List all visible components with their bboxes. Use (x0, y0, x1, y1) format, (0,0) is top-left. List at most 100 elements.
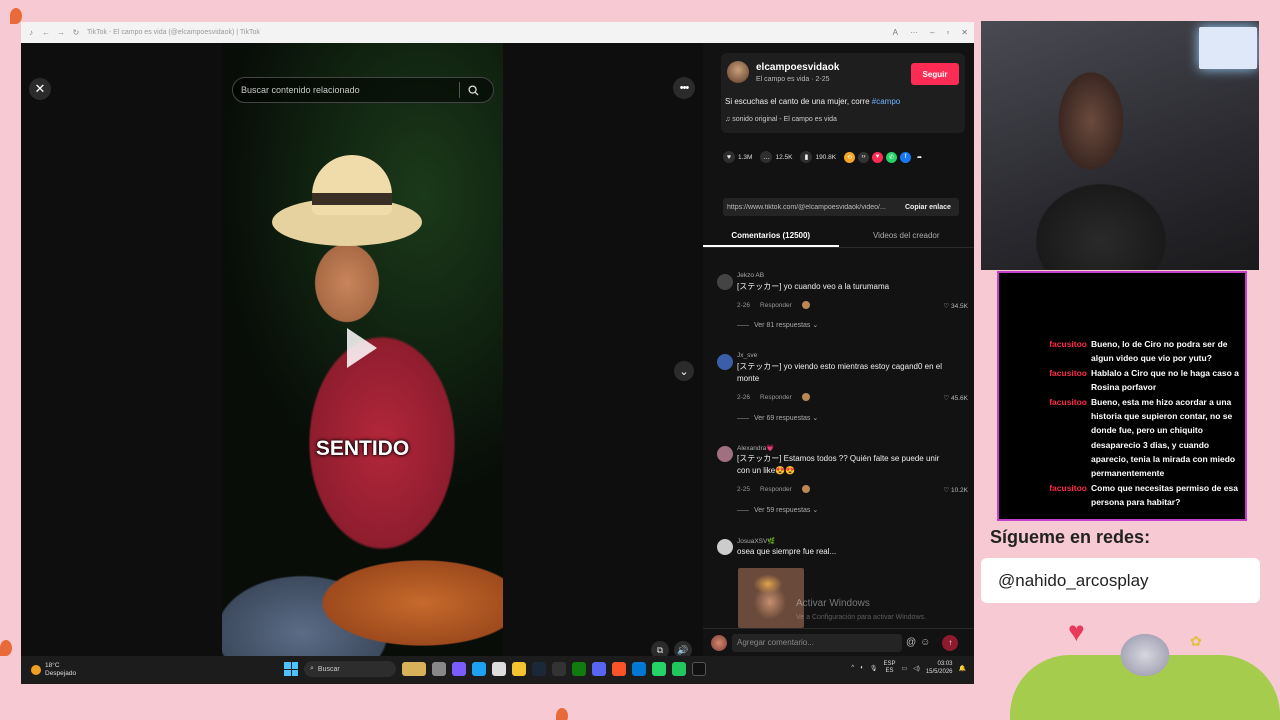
reply-button[interactable]: Responder (760, 486, 792, 493)
sound-link[interactable]: ♫ sonido original - El campo es vida (725, 116, 837, 123)
related-search-input[interactable] (233, 85, 459, 95)
taskbar-search-label: Buscar (317, 665, 340, 673)
mention-icon[interactable]: @ (906, 637, 916, 648)
view-replies-button[interactable]: Ver 81 respuestas ⌄ (737, 321, 818, 329)
comment-username[interactable]: Jx_sve (737, 352, 757, 359)
comment-input[interactable] (732, 633, 902, 652)
task-view-icon[interactable] (432, 662, 446, 676)
video-link-url[interactable]: https://www.tiktok.com/@elcampoesvidaok/… (723, 204, 901, 211)
reply-button[interactable]: Responder (760, 394, 792, 401)
emoji-icon[interactable]: ☺ (920, 637, 930, 648)
send-comment-button[interactable]: ↑ (942, 634, 959, 651)
discord-icon[interactable] (592, 662, 606, 676)
tray-app-icon[interactable]: ◐ (860, 665, 864, 671)
share-arrow-icon[interactable]: ➦ (914, 151, 926, 163)
restore-button[interactable]: ▫ (946, 28, 949, 37)
heart-icon: ♥ (723, 151, 735, 163)
view-replies-button[interactable]: Ver 69 respuestas ⌄ (737, 414, 818, 422)
back-icon[interactable]: ← (41, 28, 51, 38)
whatsapp-icon[interactable]: ✆ (886, 151, 898, 163)
comment-avatar[interactable] (717, 354, 733, 370)
creator-avatar[interactable] (727, 61, 749, 83)
follow-button[interactable]: Seguir (911, 63, 959, 85)
comment-like[interactable]: ♡ 34.5K (943, 302, 968, 310)
taskbar-clock[interactable]: 03:03 15/5/2026 (926, 660, 953, 676)
weather-widget[interactable]: 18°C Despejado (31, 662, 76, 678)
copilot-icon[interactable] (452, 662, 466, 676)
translate-icon[interactable]: A (893, 28, 898, 37)
comment-username[interactable]: Alexandra💗 (737, 444, 774, 452)
comment-like[interactable]: ♡ 45.6K (943, 394, 968, 402)
hashtag-link[interactable]: #campo (872, 97, 900, 106)
creator-username[interactable]: elcampoesvidaok (756, 62, 839, 73)
comment-input-bar: @ ☺ ↑ (703, 628, 974, 656)
steam-icon[interactable] (532, 662, 546, 676)
notifications-icon[interactable]: 🔔 (959, 665, 966, 672)
tab-creator-videos[interactable]: Videos del creador (839, 226, 975, 247)
forward-icon[interactable]: → (56, 28, 66, 38)
network-icon[interactable]: ▭ (902, 665, 908, 672)
more-options-button[interactable]: ••• (673, 77, 695, 99)
windows-start-icon[interactable] (284, 662, 298, 676)
comment-avatar[interactable] (717, 274, 733, 290)
like-button[interactable]: ♥ 1.3M (723, 151, 752, 163)
next-video-button[interactable]: ⌄ (674, 361, 694, 381)
comment-username[interactable]: JosuaXSV🌿 (737, 537, 775, 545)
embed-icon[interactable]: ‹› (858, 151, 870, 163)
search-icon[interactable] (460, 84, 486, 96)
xbox-icon[interactable] (572, 662, 586, 676)
tab-comments[interactable]: Comentarios (12500) (703, 226, 839, 247)
comment-image[interactable] (738, 568, 804, 628)
facebook-icon[interactable]: f (900, 151, 912, 163)
related-search-box[interactable] (232, 77, 494, 103)
whatsapp-icon[interactable] (652, 662, 666, 676)
friends-icon[interactable]: ▼ (872, 151, 884, 163)
clock-time: 03:03 (937, 661, 953, 667)
creator-liked-avatar (801, 393, 810, 401)
comment-username[interactable]: Jekzo AB (737, 272, 764, 279)
chat-message: facusitoo Bueno, lo de Ciro no podra ser… (1003, 337, 1245, 365)
comment-like[interactable]: ♡ 10.2K (943, 486, 968, 494)
comment-text: [ステッカー] Estamos todos ?? Quién falte se … (737, 454, 940, 475)
tiktok-favicon-icon: ♪ (29, 28, 33, 37)
copy-link-button[interactable]: Copiar enlace (901, 204, 951, 211)
app-icon[interactable] (552, 662, 566, 676)
reply-button[interactable]: Responder (760, 302, 792, 309)
close-window-button[interactable]: ✕ (961, 28, 968, 37)
app-green-icon[interactable] (672, 662, 686, 676)
video-description: Si escuchas el canto de una mujer, corre… (725, 97, 900, 106)
my-avatar (711, 634, 727, 651)
speaker-icon[interactable]: ◁) (913, 665, 920, 672)
edge-icon[interactable] (472, 662, 486, 676)
tray-chevron-icon[interactable]: ^ (851, 665, 854, 671)
microphone-icon[interactable]: 🎙 (870, 665, 878, 672)
chat-username: facusitoo (1049, 397, 1087, 407)
windows-taskbar: 18°C Despejado ⌕ Buscar ^ ◐ 🎙 ESP ES ▭ ◁… (21, 656, 974, 684)
brave-icon[interactable] (612, 662, 626, 676)
comment-item: JosuaXSV🌿 osea que siempre fue real... (717, 537, 972, 567)
taskbar-search[interactable]: ⌕ Buscar (304, 661, 396, 677)
like-count: 1.3M (738, 153, 753, 161)
widgets-icon[interactable] (402, 662, 426, 676)
repost-icon[interactable]: ⟲ (844, 151, 856, 163)
actions-row: ♥ 1.3M … 12.5K ▮ 190.8K ⟲ ‹› ▼ ✆ f ➦ (723, 149, 968, 165)
language-indicator[interactable]: ESP ES (884, 661, 896, 675)
comment-avatar[interactable] (717, 446, 733, 462)
menu-dots-icon[interactable]: ··· (910, 28, 918, 37)
comment-like-count: 10.2K (951, 487, 968, 494)
minimize-button[interactable]: – (930, 28, 934, 37)
store-icon[interactable] (492, 662, 506, 676)
comment-avatar[interactable] (717, 539, 733, 555)
video-player[interactable]: SENTIDO (222, 43, 503, 656)
reload-icon[interactable]: ↻ (71, 28, 81, 38)
comment-button[interactable]: … 12.5K (760, 151, 792, 163)
description-text: Si escuchas el canto de una mujer, corre (725, 97, 872, 106)
app-blue-icon[interactable] (632, 662, 646, 676)
comment-text: osea que siempre fue real... (737, 547, 837, 556)
tiktok-icon[interactable] (692, 662, 706, 676)
file-explorer-icon[interactable] (512, 662, 526, 676)
close-video-button[interactable]: ✕ (29, 78, 51, 100)
play-icon[interactable] (347, 328, 377, 368)
view-replies-button[interactable]: Ver 59 respuestas ⌄ (737, 506, 818, 514)
save-button[interactable]: ▮ 190.8K (800, 151, 836, 163)
